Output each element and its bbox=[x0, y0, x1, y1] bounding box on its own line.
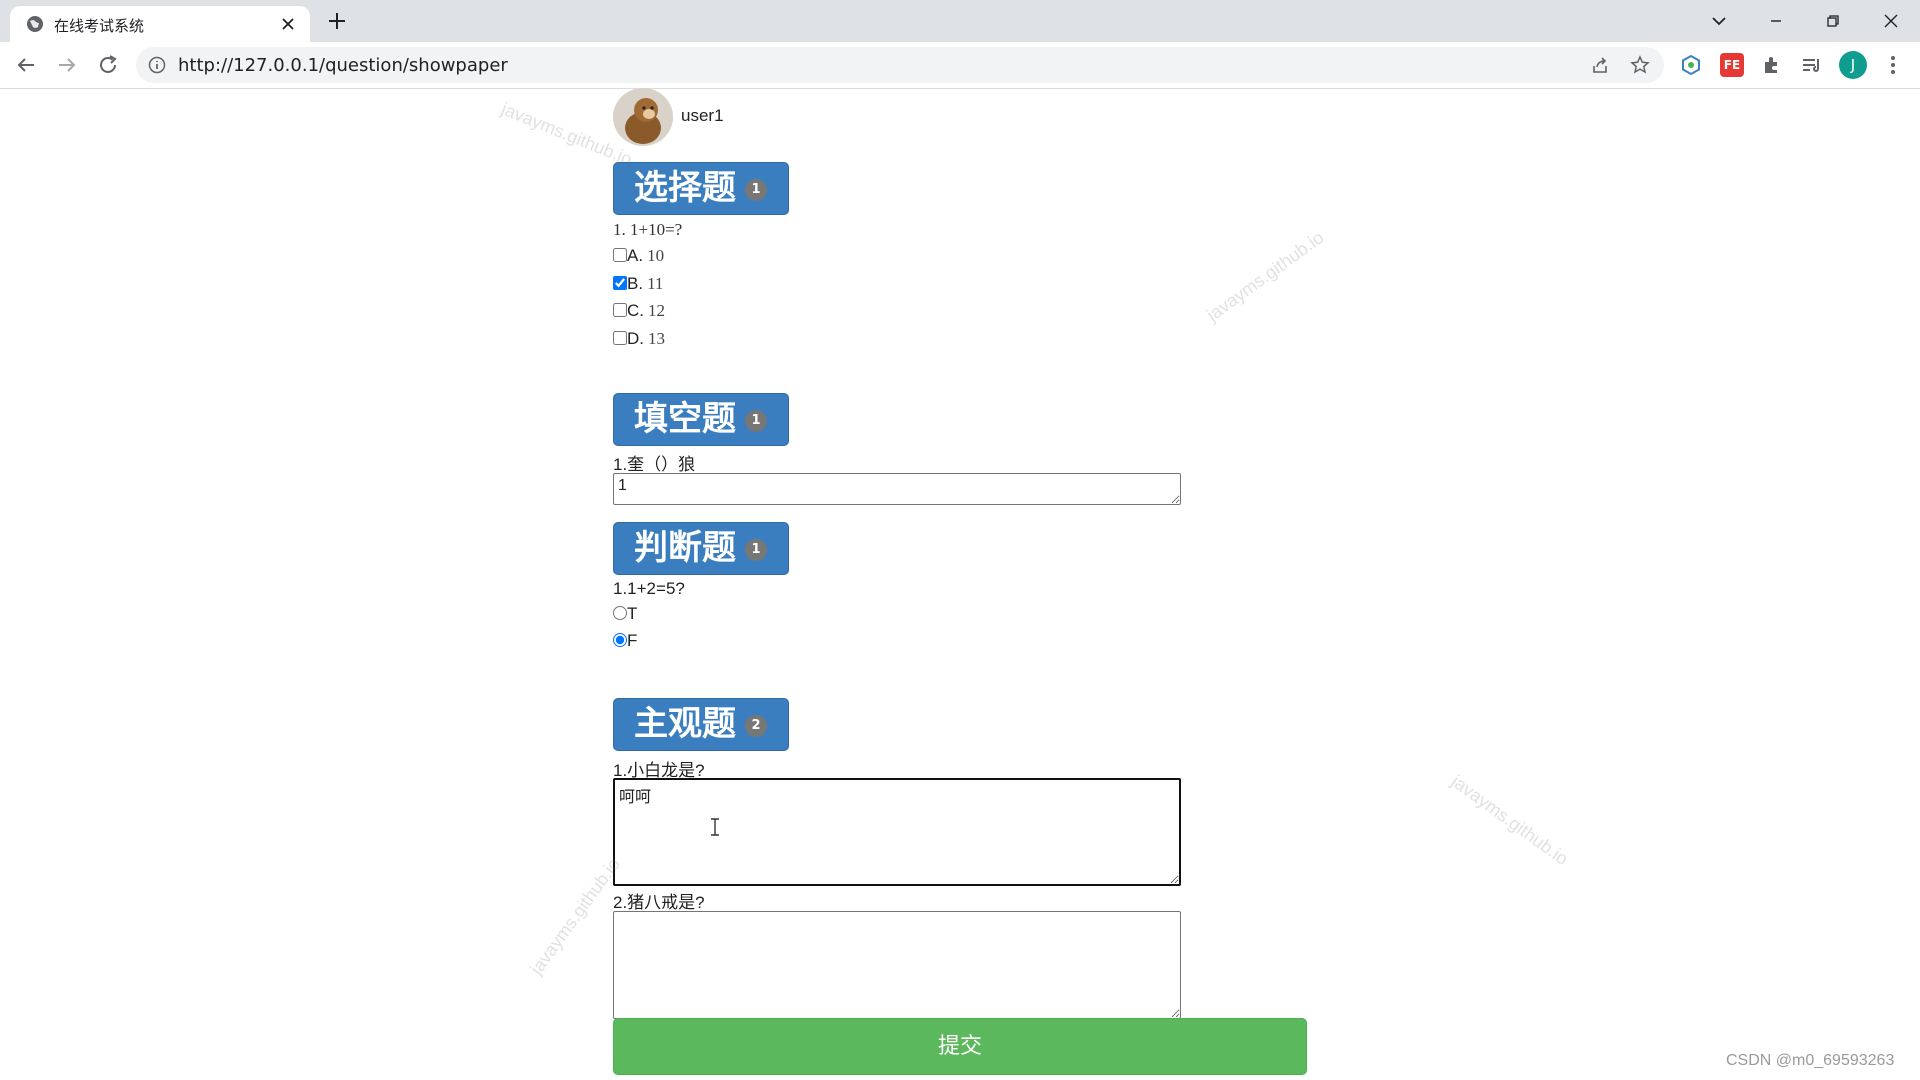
fe-extension-label: FE bbox=[1723, 58, 1741, 72]
choice-question-text: 1. 1+10=? bbox=[613, 220, 683, 239]
globe-icon bbox=[27, 16, 43, 32]
choice-option-a-value: 10 bbox=[647, 246, 665, 265]
judge-section-title: 判断题 bbox=[634, 528, 736, 568]
choice-option-b[interactable]: B. 11 bbox=[613, 274, 663, 296]
choice-section-button[interactable]: 选择题 1 bbox=[613, 162, 789, 215]
address-bar[interactable]: http://127.0.0.1/question/showpaper bbox=[136, 47, 1664, 83]
judge-option-false-radio[interactable] bbox=[613, 633, 627, 647]
judge-option-true-radio[interactable] bbox=[613, 606, 627, 620]
choice-option-d[interactable]: D. 13 bbox=[613, 329, 665, 351]
extensions-puzzle-icon[interactable] bbox=[1760, 53, 1784, 77]
browser-tab-bar: 在线考试系统 bbox=[0, 0, 1920, 42]
choice-option-b-label: B. bbox=[627, 274, 644, 293]
close-window-icon[interactable] bbox=[1878, 8, 1904, 34]
profile-avatar-button[interactable]: J bbox=[1839, 51, 1867, 79]
subjective-question-2-text: 2.猪八戒是? bbox=[613, 893, 705, 912]
new-tab-icon[interactable] bbox=[326, 10, 348, 32]
fill-section-title: 填空题 bbox=[634, 399, 736, 439]
choice-option-c-value: 12 bbox=[648, 301, 665, 320]
choice-option-d-label: D. bbox=[627, 329, 644, 348]
site-info-icon[interactable] bbox=[148, 56, 166, 74]
choice-option-c-checkbox[interactable] bbox=[613, 303, 627, 317]
judge-option-false[interactable]: F bbox=[613, 631, 637, 653]
watermark-text: javayms.github.io bbox=[1203, 227, 1328, 326]
judge-option-true-label: T bbox=[627, 604, 638, 623]
judge-section-button[interactable]: 判断题 1 bbox=[613, 522, 789, 575]
choice-option-c-label: C. bbox=[627, 301, 644, 320]
judge-question-text: 1.1+2=5? bbox=[613, 579, 685, 598]
choice-option-b-value: 11 bbox=[647, 274, 664, 293]
judge-option-false-label: F bbox=[627, 631, 638, 650]
choice-option-c[interactable]: C. 12 bbox=[613, 301, 665, 323]
submit-label: 提交 bbox=[937, 1034, 982, 1059]
watermark-text: javayms.github.io bbox=[526, 854, 625, 979]
choice-count-badge: 1 bbox=[745, 179, 767, 201]
username: user1 bbox=[681, 106, 724, 125]
fill-question-text: 1.奎（）狼 bbox=[613, 455, 696, 474]
choice-option-b-checkbox[interactable] bbox=[613, 276, 627, 290]
tab-search-chevron-icon[interactable] bbox=[1706, 8, 1732, 34]
subjective-section-title: 主观题 bbox=[634, 704, 736, 744]
extension-hexagon-icon[interactable] bbox=[1679, 53, 1703, 77]
fe-helper-extension-icon[interactable]: FE bbox=[1720, 53, 1744, 77]
browser-toolbar: http://127.0.0.1/question/showpaper FE J bbox=[0, 42, 1920, 89]
fill-answer-input[interactable] bbox=[613, 473, 1181, 505]
url-text[interactable]: http://127.0.0.1/question/showpaper bbox=[178, 55, 508, 76]
submit-button[interactable]: 提交 bbox=[613, 1018, 1307, 1075]
profile-initial: J bbox=[1850, 56, 1856, 74]
back-arrow-icon[interactable] bbox=[14, 53, 38, 77]
more-menu-icon[interactable] bbox=[1881, 53, 1905, 77]
subjective-answer-1-textarea[interactable] bbox=[613, 778, 1181, 886]
csdn-credit: CSDN @m0_69593263 bbox=[1726, 1052, 1895, 1069]
subjective-count-badge: 2 bbox=[745, 715, 767, 737]
fill-count-badge: 1 bbox=[745, 410, 767, 432]
choice-section-title: 选择题 bbox=[634, 168, 736, 208]
text-cursor-icon bbox=[711, 818, 719, 836]
minimize-icon[interactable] bbox=[1763, 8, 1789, 34]
choice-option-a-label: A. bbox=[627, 246, 644, 265]
avatar-image bbox=[613, 88, 673, 146]
choice-option-a-checkbox[interactable] bbox=[613, 248, 627, 262]
restore-icon[interactable] bbox=[1820, 8, 1846, 34]
choice-option-d-checkbox[interactable] bbox=[613, 331, 627, 345]
watermark-text: javayms.github.io bbox=[1447, 771, 1572, 870]
user-avatar bbox=[613, 88, 673, 146]
judge-count-badge: 1 bbox=[745, 539, 767, 561]
bookmark-star-icon[interactable] bbox=[1630, 55, 1650, 75]
fill-section-button[interactable]: 填空题 1 bbox=[613, 393, 789, 446]
tab-title: 在线考试系统 bbox=[54, 17, 145, 35]
exam-page: user1 选择题 1 1. 1+10=? A. 10 B. 11 C. 12 D. 1… bbox=[0, 88, 1920, 1080]
reload-icon[interactable] bbox=[96, 53, 120, 77]
subjective-answer-2-textarea[interactable] bbox=[613, 911, 1181, 1019]
browser-tab[interactable]: 在线考试系统 bbox=[10, 6, 310, 42]
choice-option-a[interactable]: A. 10 bbox=[613, 246, 664, 268]
reading-list-icon[interactable] bbox=[1800, 53, 1824, 77]
close-tab-icon[interactable] bbox=[280, 16, 296, 32]
subjective-section-button[interactable]: 主观题 2 bbox=[613, 698, 789, 751]
forward-arrow-icon[interactable] bbox=[55, 53, 79, 77]
judge-option-true[interactable]: T bbox=[613, 604, 637, 626]
share-icon[interactable] bbox=[1590, 55, 1610, 75]
choice-option-d-value: 13 bbox=[648, 329, 665, 348]
